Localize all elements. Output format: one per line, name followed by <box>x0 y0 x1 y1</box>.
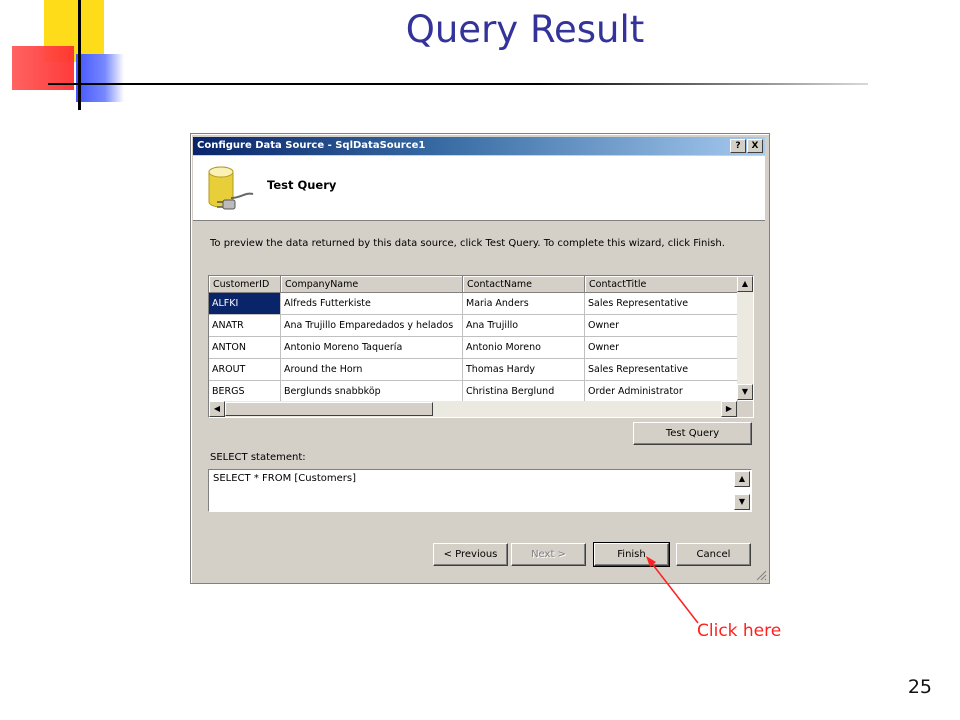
annotation-text: Click here <box>697 621 782 641</box>
annotation-arrow <box>646 556 699 624</box>
slide-number: 25 <box>907 676 932 698</box>
